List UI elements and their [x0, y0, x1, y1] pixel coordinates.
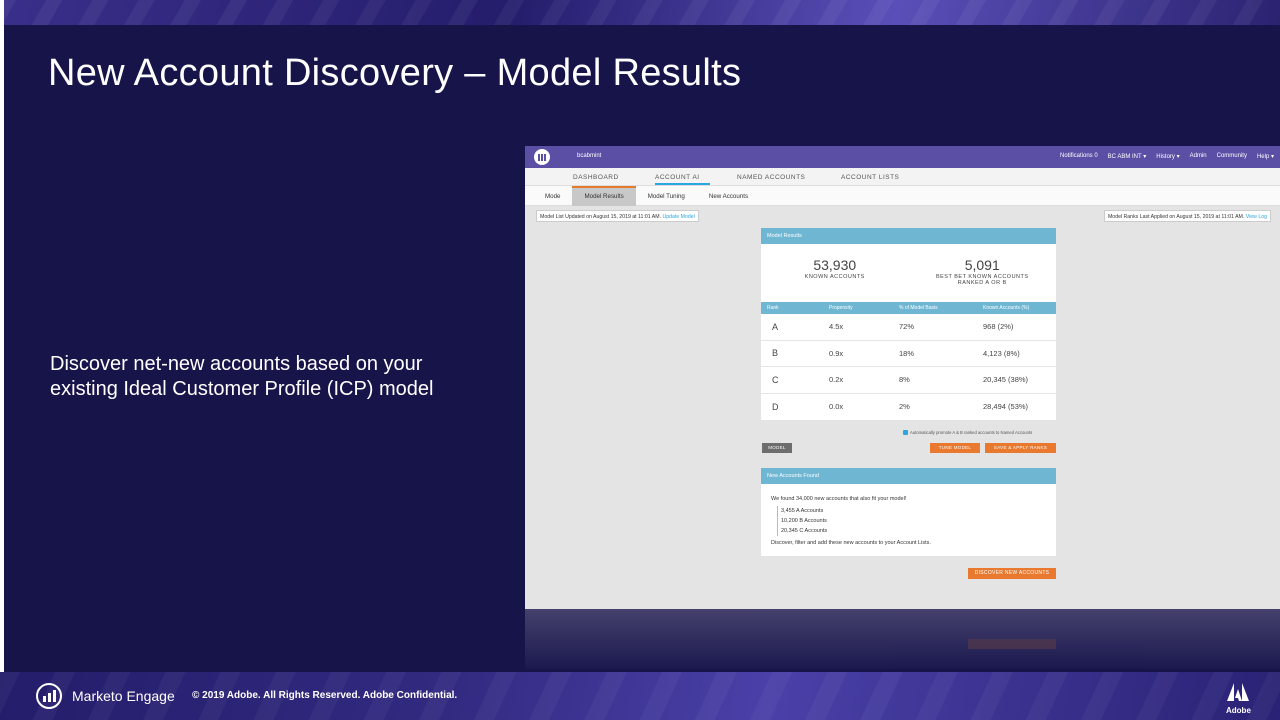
subtab-mode[interactable]: Mode	[533, 186, 572, 206]
known-cell: 28,494 (53%)	[983, 402, 1029, 412]
view-log-link[interactable]: View Log	[1246, 214, 1267, 220]
rank-cell: B	[772, 348, 779, 359]
best-bet-accounts-stat: 5,091 BEST BET KNOWN ACCOUNTS RANKED A O…	[909, 244, 1057, 302]
table-row: A 4.5x 72% 968 (2%)	[761, 314, 1056, 341]
model-list-updated-note: Model List Updated on August 15, 2019 at…	[536, 210, 699, 222]
app-top-nav: Notifications 0 BC ABM INT ▾ History ▾ A…	[1060, 153, 1274, 160]
history-menu[interactable]: History ▾	[1156, 153, 1179, 160]
propensity-cell: 0.9x	[829, 348, 844, 358]
best-bet-accounts-label: BEST BET KNOWN ACCOUNTS RANKED A OR B	[935, 274, 1029, 286]
found-intro-text: We found 34,000 new accounts that also f…	[771, 496, 907, 502]
known-cell: 20,345 (38%)	[983, 375, 1029, 385]
notifications-link[interactable]: Notifications 0	[1060, 153, 1098, 160]
marketo-engage-logo-icon	[36, 683, 62, 709]
adobe-logo-icon	[1227, 683, 1250, 701]
model-list-updated-text: Model List Updated on August 15, 2019 at…	[540, 214, 662, 220]
propensity-cell: 4.5x	[829, 322, 844, 332]
known-accounts-label: KNOWN ACCOUNTS	[804, 274, 865, 280]
help-menu[interactable]: Help ▾	[1257, 153, 1274, 160]
rank-cell: D	[772, 401, 779, 412]
basis-cell: 2%	[899, 402, 910, 412]
column-model-basis: % of Model Basis	[899, 305, 938, 311]
known-accounts-value: 53,930	[813, 257, 857, 273]
known-cell: 968 (2%)	[983, 322, 1014, 332]
new-accounts-found-header: New Accounts Found	[761, 468, 1056, 484]
save-apply-ranks-button[interactable]: SAVE & APPLY RANKS	[985, 443, 1056, 453]
tab-named-accounts[interactable]: NAMED ACCOUNTS	[737, 168, 841, 185]
app-screenshot: bcabmint Notifications 0 BC ABM INT ▾ Hi…	[525, 146, 1280, 609]
app-screenshot-reflection	[525, 609, 1280, 669]
results-table-header: Rank Propensity % of Model Basis Known A…	[761, 302, 1056, 314]
list-item: 10,200 B Accounts	[781, 518, 827, 524]
auto-promote-checkbox[interactable]	[903, 430, 908, 436]
column-known-accounts: Known Accounts (%)	[983, 305, 1030, 311]
footer-copyright: © 2019 Adobe. All Rights Reserved. Adobe…	[192, 690, 458, 701]
known-accounts-stat: 53,930 KNOWN ACCOUNTS	[761, 244, 909, 302]
reflection-button-ghost	[968, 639, 1056, 649]
known-cell: 4,123 (8%)	[983, 348, 1020, 358]
tab-dashboard[interactable]: DASHBOARD	[573, 168, 655, 185]
adobe-wordmark: Adobe	[1226, 706, 1251, 715]
basis-cell: 72%	[899, 322, 915, 332]
model-button[interactable]: MODEL	[762, 443, 792, 453]
column-rank: Rank	[767, 305, 779, 311]
best-bet-accounts-value: 5,091	[964, 257, 1000, 273]
admin-link[interactable]: Admin	[1190, 153, 1207, 160]
app-user-name: bcabmint	[577, 153, 602, 159]
subtab-model-tuning[interactable]: Model Tuning	[636, 186, 697, 206]
column-propensity: Propensity	[829, 305, 853, 311]
model-stats: 53,930 KNOWN ACCOUNTS 5,091 BEST BET KNO…	[761, 244, 1056, 302]
new-accounts-found-card: New Accounts Found We found 34,000 new a…	[761, 468, 1056, 556]
app-main-tabs: DASHBOARD ACCOUNT AI NAMED ACCOUNTS ACCO…	[525, 168, 1280, 186]
rank-cell: C	[772, 374, 779, 385]
tune-model-button[interactable]: TUNE MODEL	[930, 443, 980, 453]
table-row: D 0.0x 2% 28,494 (53%)	[761, 394, 1056, 421]
table-row: B 0.9x 18% 4,123 (8%)	[761, 341, 1056, 367]
model-ranks-applied-note: Model Ranks Last Applied on August 15, 2…	[1103, 210, 1271, 222]
auto-promote-option[interactable]: Automatically promote A & B ranked accou…	[903, 430, 1033, 436]
rank-cell: A	[772, 321, 779, 332]
workspace-menu[interactable]: BC ABM INT ▾	[1108, 153, 1147, 160]
discover-new-accounts-button[interactable]: DISCOVER NEW ACCOUNTS	[968, 568, 1056, 579]
propensity-cell: 0.0x	[829, 402, 844, 412]
found-accounts-list: 3,455 A Accounts 10,200 B Accounts 20,34…	[777, 506, 1046, 536]
community-link[interactable]: Community	[1217, 153, 1247, 160]
tab-account-lists[interactable]: ACCOUNT LISTS	[841, 168, 923, 185]
subtab-model-results[interactable]: Model Results	[572, 186, 636, 206]
slide-left-edge	[0, 0, 4, 720]
basis-cell: 18%	[899, 348, 915, 358]
table-row: C 0.2x 8% 20,345 (38%)	[761, 367, 1056, 394]
auto-promote-label: Automatically promote A & B ranked accou…	[910, 430, 1033, 435]
update-model-link[interactable]: Update Model	[662, 214, 694, 220]
new-accounts-found-body: We found 34,000 new accounts that also f…	[761, 484, 1056, 556]
model-results-card: Model Results 53,930 KNOWN ACCOUNTS 5,09…	[761, 228, 1056, 420]
list-item: 3,455 A Accounts	[781, 508, 824, 514]
app-sub-tabs: Mode Model Results Model Tuning New Acco…	[525, 186, 1280, 206]
slide-top-band	[0, 0, 1280, 25]
propensity-cell: 0.2x	[829, 375, 844, 385]
marketo-logo-icon[interactable]	[531, 146, 553, 168]
basis-cell: 8%	[899, 375, 910, 385]
subtab-new-accounts[interactable]: New Accounts	[697, 186, 760, 206]
model-results-header: Model Results	[761, 228, 1056, 244]
slide-title: New Account Discovery – Model Results	[48, 52, 742, 94]
found-outro-text: Discover, filter and add these new accou…	[771, 540, 931, 546]
app-header-bar: bcabmint Notifications 0 BC ABM INT ▾ Hi…	[525, 146, 1280, 168]
list-item: 20,345 C Accounts	[781, 528, 828, 534]
footer-brand: Marketo Engage	[72, 688, 175, 704]
slide-body-text: Discover net-new accounts based on your …	[50, 353, 434, 400]
adobe-logo: Adobe	[1226, 683, 1251, 715]
tab-account-ai[interactable]: ACCOUNT AI	[655, 168, 737, 185]
model-ranks-applied-text: Model Ranks Last Applied on August 15, 2…	[1107, 214, 1245, 220]
